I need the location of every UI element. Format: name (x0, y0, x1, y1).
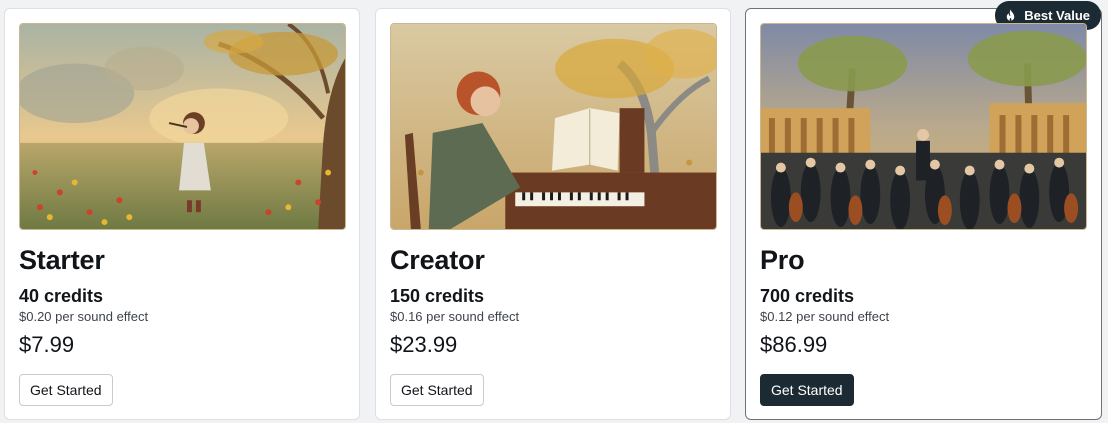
pricing-cards: Starter 40 credits $0.20 per sound effec… (4, 1, 1104, 420)
plan-credits: 700 credits (760, 286, 855, 306)
plan-card-pro: Best Value Pro 700 credits $0.12 per sou… (745, 1, 1102, 420)
get-started-button-starter[interactable]: Get Started (19, 374, 113, 406)
flame-icon (1006, 8, 1015, 21)
plan-name: Creator (390, 245, 485, 275)
plan-card-starter: Starter 40 credits $0.20 per sound effec… (4, 8, 360, 420)
plan-price-per-effect: $0.12 per sound effect (760, 309, 890, 324)
plan-price: $23.99 (390, 332, 458, 357)
plan-credits: 40 credits (19, 286, 104, 306)
plan-credits: 150 credits (390, 286, 485, 306)
boy-piano-illustration (391, 24, 716, 229)
plan-image-creator (390, 23, 717, 230)
orchestra-illustration (761, 24, 1086, 229)
plan-price-per-effect: $0.16 per sound effect (390, 309, 520, 324)
plan-price: $7.99 (19, 332, 75, 357)
get-started-button-pro[interactable]: Get Started (760, 374, 854, 406)
plan-name: Pro (760, 245, 805, 275)
get-started-button-creator[interactable]: Get Started (390, 374, 484, 406)
plan-price-per-effect: $0.20 per sound effect (19, 309, 149, 324)
plan-image-starter (19, 23, 346, 230)
plan-price: $86.99 (760, 332, 828, 357)
badge-label: Best Value (1024, 8, 1090, 23)
plan-name: Starter (19, 245, 105, 275)
plan-image-pro (760, 23, 1087, 230)
plan-card-creator: Creator 150 credits $0.16 per sound effe… (375, 8, 731, 420)
girl-flute-meadow-illustration (20, 24, 345, 229)
